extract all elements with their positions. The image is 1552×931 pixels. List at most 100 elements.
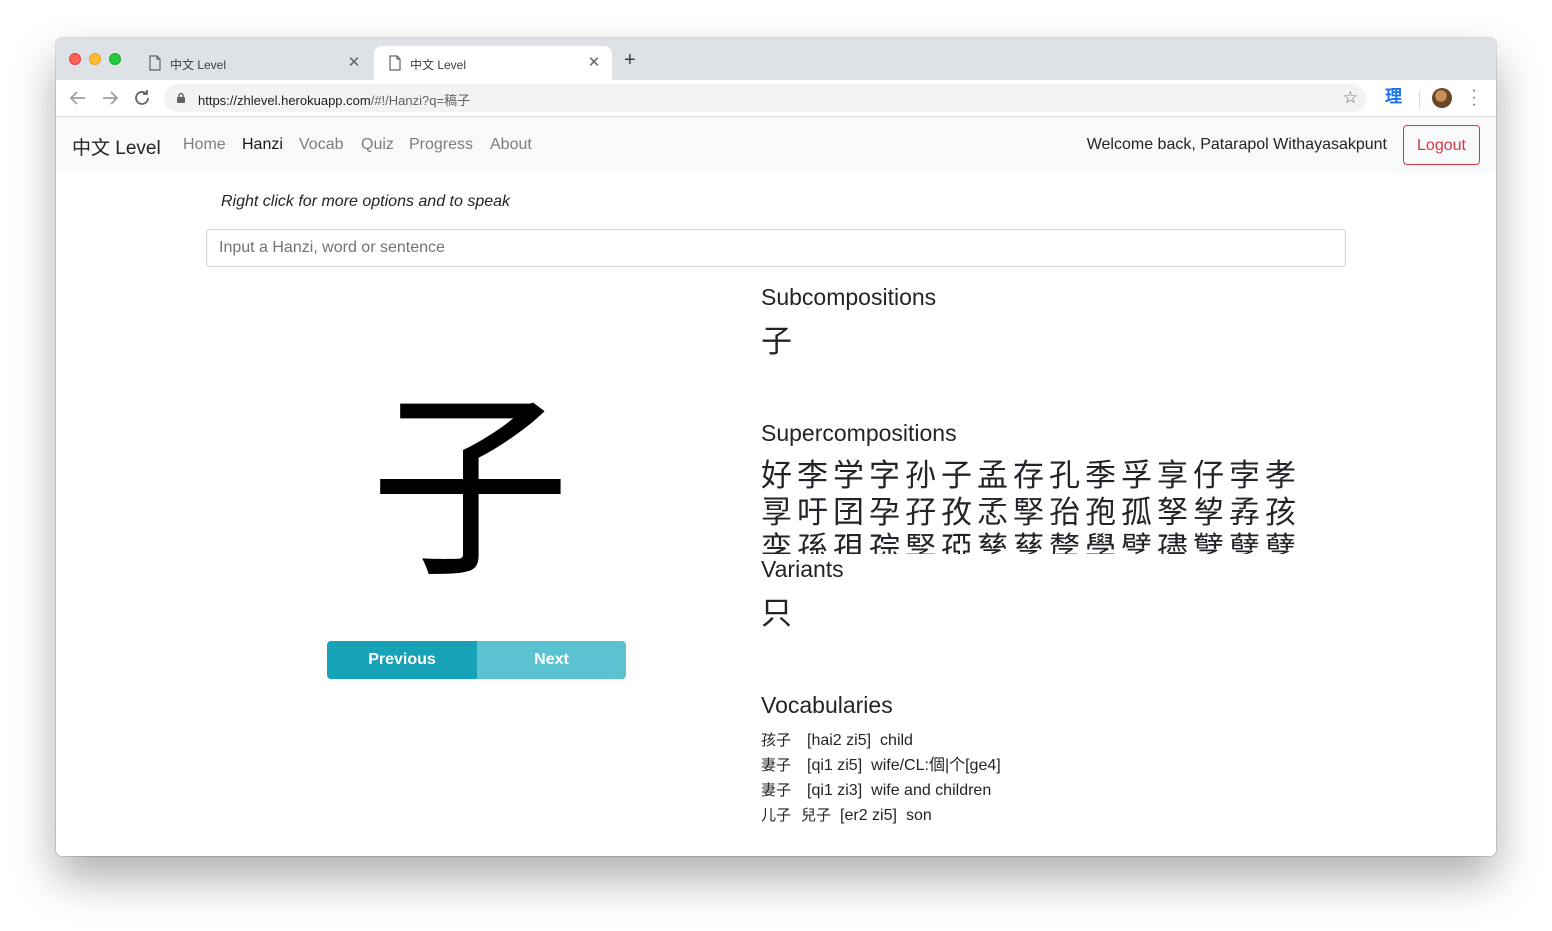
supercomposition-char[interactable]: 孩 [1265,495,1301,532]
supercomposition-char[interactable]: 孫 [797,531,833,554]
supercomposition-char[interactable]: 孡 [1049,495,1085,532]
supercomposition-char[interactable]: 享 [1157,458,1193,495]
supercomposition-char[interactable]: 孚 [1121,458,1157,495]
supercomposition-char[interactable]: 字 [869,458,905,495]
vocab-row[interactable]: 孩子 [hai2 zi5] child [761,728,1001,753]
toolbar-divider [1419,90,1420,108]
supercomposition-char[interactable]: 孜 [941,495,977,532]
supercomposition-char[interactable]: 孯 [1013,495,1049,532]
address-bar[interactable]: https://zhlevel.herokuapp.com/#!/Hanzi?q… [164,84,1366,112]
supercomposition-char[interactable]: 孯 [905,531,941,554]
forward-arrow-icon[interactable] [98,86,122,110]
current-hanzi[interactable]: 子 [370,365,570,615]
supercomposition-char[interactable]: 囝 [833,495,869,532]
browser-window: 中文 Level ✕ 中文 Level ✕ + https://zhlevel.… [56,38,1496,856]
supercomposition-char[interactable]: 孻 [1157,531,1193,554]
nav-quiz[interactable]: Quiz [361,136,394,154]
new-tab-icon[interactable]: + [624,50,636,70]
previous-button[interactable]: Previous [327,641,477,679]
nav-home[interactable]: Home [183,136,226,154]
tab-title: 中文 Level [410,58,467,72]
vocab-pinyin: [qi1 zi5] [807,757,863,774]
profile-avatar[interactable] [1432,88,1452,108]
supercomposition-char[interactable]: 季 [1085,458,1121,495]
supercomposition-char[interactable]: 學 [1085,531,1121,554]
supercomposition-char[interactable]: 好 [761,458,797,495]
close-icon[interactable]: ✕ [586,53,602,71]
vocab-pinyin: [hai2 zi5] [807,732,872,749]
minimize-window-button[interactable] [89,53,101,65]
supercomposition-char[interactable]: 孲 [941,531,977,554]
supercomposition-char[interactable]: 李 [797,458,833,495]
supercomposition-char[interactable]: 孳 [977,531,1013,554]
vocabularies-heading: Vocabularies [761,692,893,718]
supercomposition-char[interactable]: 孧 [1193,495,1229,532]
lock-icon [177,92,185,103]
brand-link[interactable]: 中文 Level [72,133,161,160]
supercompositions-heading: Supercompositions [761,420,957,446]
next-button[interactable]: Next [477,641,626,679]
supercomposition-char[interactable]: 孔 [1049,458,1085,495]
tab-strip: 中文 Level ✕ 中文 Level ✕ + [56,38,1496,80]
supercomposition-char[interactable]: 孝 [1265,458,1301,495]
reload-icon[interactable] [130,86,154,110]
supercomposition-char[interactable]: 孽 [1265,531,1301,554]
more-menu-icon[interactable]: · · · [1468,83,1480,113]
supercomposition-char[interactable]: 孖 [905,495,941,532]
back-arrow-icon[interactable] [66,86,90,110]
supercomposition-char[interactable]: 孠 [761,495,797,532]
supercomposition-char[interactable]: 学 [833,458,869,495]
nav-about[interactable]: About [490,136,532,154]
logout-button[interactable]: Logout [1403,125,1480,165]
browser-tab-2[interactable]: 中文 Level ✕ [374,46,612,80]
supercomposition-char[interactable]: 孮 [869,531,905,554]
supercomposition-char[interactable]: 孕 [869,495,905,532]
variant-char[interactable]: 只 [761,596,792,632]
vocab-meaning: child [880,732,913,749]
subcomposition-char[interactable]: 子 [761,324,792,360]
supercomposition-char[interactable]: 孶 [1013,531,1049,554]
supercomposition-char[interactable]: 吁 [797,495,833,532]
supercomposition-char[interactable]: 孢 [1085,495,1121,532]
supercomposition-char[interactable]: 孷 [1049,531,1085,554]
vocab-row[interactable]: 妻子 [qi1 zi3] wife and children [761,778,1001,803]
close-window-button[interactable] [69,53,81,65]
variants-heading: Variants [761,556,844,582]
tab-title: 中文 Level [170,58,227,72]
nav-vocab[interactable]: Vocab [299,136,343,154]
page-icon [149,55,161,71]
vocab-row[interactable]: 儿子 兒子 [er2 zi5] son [761,803,1001,828]
vocab-simplified: 妻子 [761,781,792,799]
supercomposition-char[interactable]: 子 [941,458,977,495]
supercomposition-char[interactable]: 孭 [833,531,869,554]
supercomposition-char[interactable]: 孙 [905,458,941,495]
nav-hanzi[interactable]: Hanzi [242,136,283,154]
bookmark-star-icon[interactable]: ☆ [1343,88,1358,108]
vocab-row[interactable]: 妻子 [qi1 zi5] wife/CL:個|个[ge4] [761,753,1001,778]
vocab-meaning: wife/CL:個|个[ge4] [871,757,1001,774]
close-icon[interactable]: ✕ [346,53,362,71]
supercomposition-char[interactable]: 仔 [1193,458,1229,495]
supercomposition-char[interactable]: 孥 [1157,495,1193,532]
supercomposition-char[interactable]: 孤 [1121,495,1157,532]
url-text: https://zhlevel.herokuapp.com/#!/Hanzi?q… [198,90,470,109]
url-host: https://zhlevel.herokuapp.com [198,93,371,108]
vocab-meaning: son [905,807,932,824]
vocab-traditional: 兒子 [801,806,832,824]
supercomposition-char[interactable]: 孼 [1193,531,1229,554]
right-click-hint: Right click for more options and to spea… [221,193,511,210]
supercomposition-char[interactable]: 孛 [1229,458,1265,495]
supercomposition-char[interactable]: 存 [1013,458,1049,495]
supercomposition-char[interactable]: 孽 [1229,531,1265,554]
hanzi-search-input[interactable] [206,229,1346,267]
nav-progress[interactable]: Progress [409,136,473,154]
page-icon [389,55,401,71]
supercomposition-char[interactable]: 孞 [977,495,1013,532]
supercomposition-char[interactable]: 孹 [1121,531,1157,554]
extension-icon[interactable]: 理 [1385,87,1402,107]
supercomposition-char[interactable]: 孨 [1229,495,1265,532]
supercomposition-char[interactable]: 孪 [761,531,797,554]
browser-tab-1[interactable]: 中文 Level ✕ [134,46,372,80]
supercomposition-char[interactable]: 孟 [977,458,1013,495]
maximize-window-button[interactable] [109,53,121,65]
